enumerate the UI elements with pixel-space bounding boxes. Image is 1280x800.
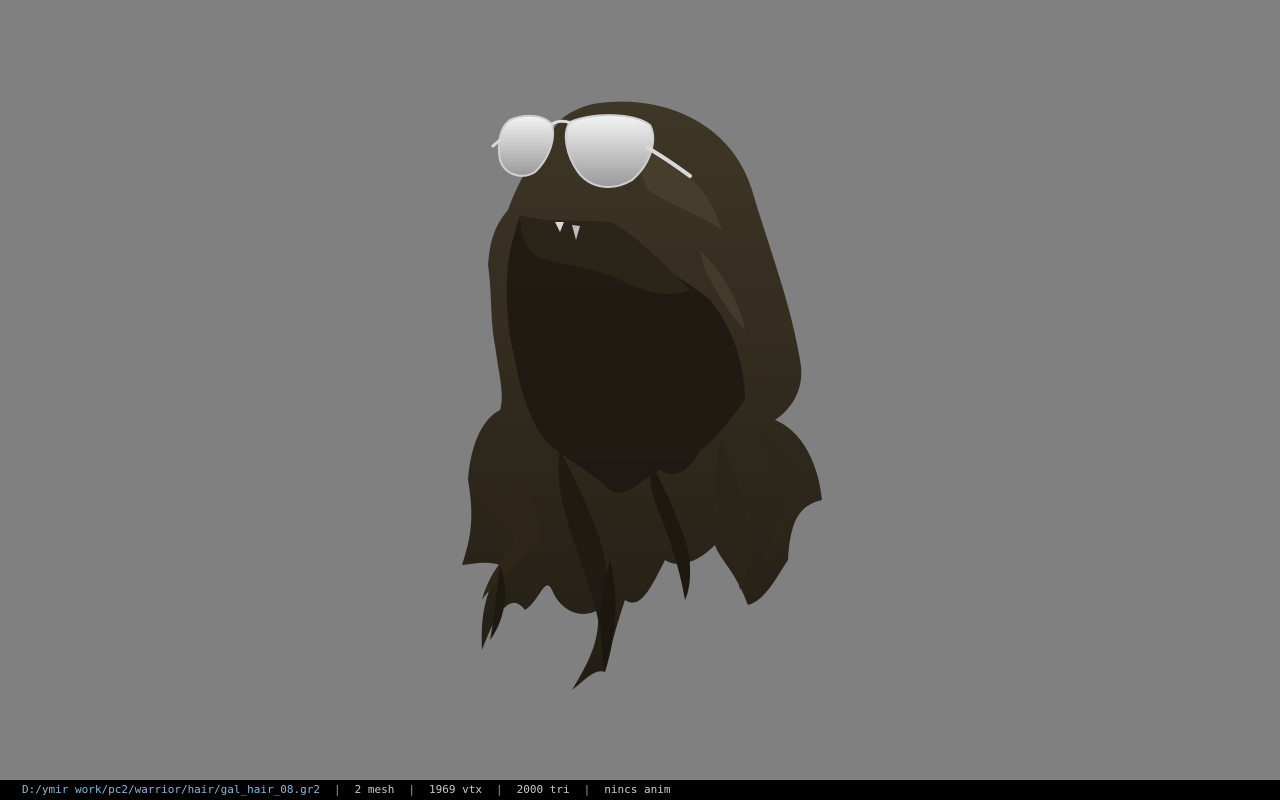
animation-status: nincs anim	[604, 783, 671, 796]
status-bar: D:/ymir work/pc2/warrior/hair/gal_hair_0…	[0, 780, 1280, 800]
mesh-count: 2 mesh	[354, 783, 395, 796]
hair-model	[462, 101, 822, 690]
file-path: D:/ymir work/pc2/warrior/hair/gal_hair_0…	[22, 783, 321, 796]
separator: |	[334, 783, 341, 796]
vertex-count: 1969 vtx	[429, 783, 482, 796]
separator: |	[496, 783, 503, 796]
separator: |	[408, 783, 416, 796]
hair-mesh	[462, 101, 822, 690]
separator: |	[583, 783, 591, 796]
3d-viewport[interactable]	[0, 0, 1280, 780]
triangle-count: 2000 tri	[516, 783, 570, 796]
